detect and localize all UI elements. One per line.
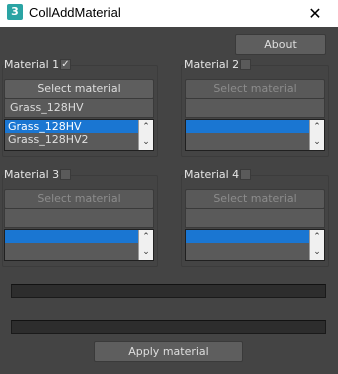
material-2-current-field <box>185 98 325 118</box>
material-1-checkbox[interactable]: ✓ <box>60 59 71 70</box>
list-item[interactable]: Grass_128HV2 <box>5 133 153 146</box>
material-4-select-button[interactable]: Select material <box>185 189 325 209</box>
chevron-up-icon[interactable]: ⌃ <box>139 120 153 135</box>
list-item[interactable] <box>186 230 324 243</box>
chevron-up-icon[interactable]: ⌃ <box>310 120 324 135</box>
chevron-up-icon[interactable]: ⌃ <box>139 230 153 245</box>
material-3-label: Material 3 <box>4 168 64 181</box>
material-4-listbox[interactable]: ⌃ ⌄ <box>185 229 325 261</box>
material-3-scroll[interactable]: ⌃ ⌄ <box>138 230 153 260</box>
chevron-down-icon[interactable]: ⌄ <box>139 245 153 260</box>
material-3-current-field <box>4 208 154 228</box>
material-4-scroll[interactable]: ⌃ ⌄ <box>309 230 324 260</box>
material-2-select-button[interactable]: Select material <box>185 79 325 99</box>
material-1-current-field: Grass_128HV <box>4 98 154 118</box>
close-button[interactable]: ✕ <box>292 0 338 27</box>
list-item[interactable] <box>5 230 153 243</box>
material-2-listbox[interactable]: ⌃ ⌄ <box>185 119 325 151</box>
app-icon: 3 <box>7 4 23 20</box>
apply-material-button[interactable]: Apply material <box>94 341 243 362</box>
material-2-checkbox[interactable] <box>240 59 251 70</box>
material-1-listbox[interactable]: Grass_128HV Grass_128HV2 ⌃ ⌄ <box>4 119 154 151</box>
title-bar: 3 CollAddMaterial ✕ <box>0 0 338 27</box>
material-3-checkbox[interactable] <box>60 169 71 180</box>
material-1-label: Material 1 <box>4 58 64 71</box>
chevron-up-icon[interactable]: ⌃ <box>310 230 324 245</box>
material-4-checkbox[interactable] <box>240 169 251 180</box>
material-2-scroll[interactable]: ⌃ ⌄ <box>309 120 324 150</box>
chevron-down-icon[interactable]: ⌄ <box>310 135 324 150</box>
material-1-select-button[interactable]: Select material <box>4 79 154 99</box>
list-item[interactable] <box>186 120 324 133</box>
list-item[interactable]: Grass_128HV <box>5 120 153 133</box>
material-3-listbox[interactable]: ⌃ ⌄ <box>4 229 154 261</box>
chevron-down-icon[interactable]: ⌄ <box>310 245 324 260</box>
window-title: CollAddMaterial <box>29 5 121 20</box>
material-3-select-button[interactable]: Select material <box>4 189 154 209</box>
material-2-label: Material 2 <box>184 58 244 71</box>
progress-bar-1 <box>11 284 326 298</box>
chevron-down-icon[interactable]: ⌄ <box>139 135 153 150</box>
material-1-scroll[interactable]: ⌃ ⌄ <box>138 120 153 150</box>
material-4-label: Material 4 <box>184 168 244 181</box>
about-button[interactable]: About <box>235 34 326 55</box>
progress-bar-2 <box>11 320 326 334</box>
material-4-current-field <box>185 208 325 228</box>
